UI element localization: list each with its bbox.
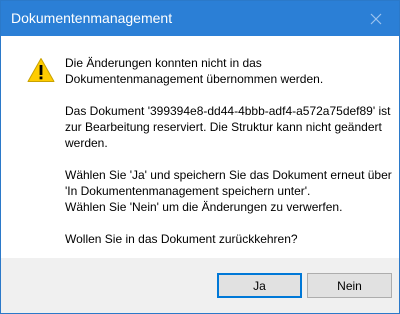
dialog-content: Die Änderungen konnten nicht in das Doku… (1, 36, 399, 258)
message-line: zur Bearbeitung reserviert. Die Struktur… (65, 120, 382, 134)
message-line: Wollen Sie in das Dokument zurückkehren? (65, 232, 298, 246)
title-bar[interactable]: Dokumentenmanagement (1, 1, 399, 36)
message-line: werden. (65, 136, 108, 150)
message-line: Wählen Sie 'Ja' und speichern Sie das Do… (65, 168, 392, 182)
no-button[interactable]: Nein (307, 273, 392, 298)
window-title: Dokumentenmanagement (11, 10, 173, 26)
message-dialog: Dokumentenmanagement Die Änderungen konn… (0, 0, 400, 314)
message-line: 'In Dokumentenmanagement speichern unter… (65, 184, 311, 198)
message-question: Wollen Sie in das Dokument zurückkehren? (65, 231, 393, 247)
warning-icon (27, 58, 55, 82)
message-line: Das Dokument '399394e8-dd44-4bbb-adf4-a5… (65, 104, 391, 118)
message-paragraph-1: Die Änderungen konnten nicht in das Doku… (65, 55, 393, 87)
yes-button[interactable]: Ja (217, 273, 302, 298)
close-icon (370, 13, 382, 24)
message-line: Dokumentenmanagement übernommen werden. (65, 72, 324, 86)
button-bar: Ja Nein (1, 258, 399, 313)
message-line: Die Änderungen konnten nicht in das (65, 56, 262, 70)
message-paragraph-3: Wählen Sie 'Ja' und speichern Sie das Do… (65, 167, 393, 215)
message-line: Wählen Sie 'Nein' um die Änderungen zu v… (65, 200, 343, 214)
message-text: Die Änderungen konnten nicht in das Doku… (65, 55, 393, 263)
close-button[interactable] (353, 1, 399, 36)
message-paragraph-2: Das Dokument '399394e8-dd44-4bbb-adf4-a5… (65, 103, 393, 151)
